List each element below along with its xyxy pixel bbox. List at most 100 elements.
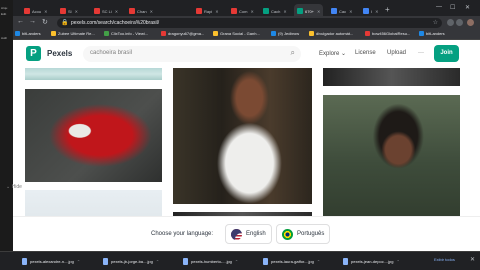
close-icon[interactable]: ✕: [317, 9, 320, 14]
search-value: cachoeira brasil: [90, 50, 133, 56]
strip-text-3: Auth: [1, 36, 8, 40]
photo-tile[interactable]: [173, 68, 312, 204]
language-portuguese-button[interactable]: Português: [276, 224, 331, 244]
download-item[interactable]: pexels-alexandre-n....jpg ⌃: [22, 255, 80, 268]
strip-text-1: Arqu: [1, 6, 8, 10]
close-icon[interactable]: ✕: [150, 9, 153, 14]
address-bar[interactable]: 🔒 pexels.com/search/cachoeira%20brasil/ …: [57, 18, 442, 28]
bookmark-item[interactable]: bitLanders: [15, 31, 41, 36]
strip-text-2: Edit: [1, 12, 7, 16]
page-content: P Pexels cachoeira brasil ⌕ Explore ⌄ Li…: [13, 40, 480, 251]
close-icon[interactable]: ✕: [250, 9, 253, 14]
minimize-icon[interactable]: —: [436, 4, 442, 10]
close-icon[interactable]: ✕: [44, 9, 47, 14]
tab-title: Chan: [137, 8, 147, 14]
download-item[interactable]: pexels-laura-gaffor....jpg ⌃: [263, 255, 320, 268]
photo-tile[interactable]: [323, 95, 460, 232]
lock-icon[interactable]: 🔒: [61, 19, 68, 26]
close-icon[interactable]: ✕: [375, 9, 378, 14]
close-icon[interactable]: ✕: [215, 9, 218, 14]
file-icon: [343, 258, 348, 265]
chevron-up-icon[interactable]: ⌃: [235, 259, 238, 264]
tab-title: I: [371, 8, 373, 14]
tab-title: Cac: [339, 8, 347, 14]
join-button[interactable]: Join: [434, 45, 459, 62]
google-icon: [331, 8, 337, 14]
bookmark-item[interactable]: bitLanders: [419, 31, 445, 36]
download-item[interactable]: pexels-jb-jorge-ba....jpg ⌃: [103, 255, 159, 268]
back-icon[interactable]: ←: [17, 18, 24, 25]
bookmark-item[interactable]: (9) Jedbrow: [271, 31, 299, 36]
photo-tile[interactable]: [323, 68, 460, 86]
download-filename: pexels-jean-depoc....jpg: [351, 259, 394, 264]
bookmark-item[interactable]: divulgador automát...: [309, 31, 353, 36]
tab-title: Acou: [32, 8, 42, 14]
file-icon: [22, 258, 27, 265]
extension-icon[interactable]: [456, 19, 463, 26]
nav-upload[interactable]: Upload: [387, 50, 406, 56]
tab-title: Sl: [68, 8, 72, 14]
chevron-up-icon[interactable]: ⌃: [317, 259, 320, 264]
bookmark-item[interactable]: Zubee Ultimate Re...: [51, 31, 95, 36]
close-icon[interactable]: ✕: [115, 9, 118, 14]
bookmark-icon: [51, 31, 56, 36]
chevron-down-icon: ⌄: [341, 51, 347, 57]
show-all-downloads-link[interactable]: Exibir todos: [434, 257, 455, 262]
language-english-button[interactable]: English: [225, 224, 272, 244]
window-close-icon[interactable]: ✕: [465, 4, 470, 11]
bookmarks-bar: bitLanders Zubee Ultimate Re... ClixToo.…: [13, 30, 480, 40]
language-option-label: English: [246, 231, 266, 237]
download-item[interactable]: pexels-jean-depoc....jpg ⌃: [343, 255, 400, 268]
pexels-logo[interactable]: P: [26, 46, 41, 61]
hide-button[interactable]: ⌄ Hide: [6, 184, 22, 190]
search-icon[interactable]: ⌕: [291, 48, 295, 58]
chevron-up-icon[interactable]: ⌃: [396, 259, 399, 264]
bookmark-label: (9) Jedbrow: [278, 31, 300, 36]
new-tab-icon[interactable]: +: [385, 5, 390, 14]
bookmark-icon: [309, 31, 314, 36]
nav-explore[interactable]: Explore ⌄: [319, 50, 346, 57]
youtube-icon: [231, 8, 237, 14]
close-icon[interactable]: ✕: [470, 256, 475, 263]
download-item[interactable]: pexels-humberto-....jpg ⌃: [183, 255, 238, 268]
youtube-icon: [94, 8, 100, 14]
bookmark-label: divulgador automát...: [316, 31, 354, 36]
chevron-up-icon[interactable]: ⌃: [156, 259, 159, 264]
star-icon[interactable]: ☆: [433, 19, 438, 26]
more-icon[interactable]: ···: [418, 50, 424, 56]
nav-license[interactable]: License: [355, 50, 376, 56]
reload-icon[interactable]: ↻: [42, 18, 48, 26]
photo-tile[interactable]: [25, 68, 162, 80]
profile-avatar[interactable]: [467, 19, 474, 26]
chevron-up-icon[interactable]: ⌃: [77, 259, 80, 264]
maximize-icon[interactable]: ☐: [450, 4, 455, 11]
bookmark-label: Grana Social - Ganh...: [220, 31, 260, 36]
file-icon: [103, 258, 108, 265]
file-icon: [263, 258, 268, 265]
forward-icon[interactable]: →: [29, 18, 36, 25]
download-filename: pexels-humberto-....jpg: [191, 259, 232, 264]
close-icon[interactable]: ✕: [283, 9, 286, 14]
file-icon: [183, 258, 188, 265]
bookmark-label: bitLanders: [426, 31, 445, 36]
google-icon: [363, 8, 369, 14]
background-window-strip: Arqu Edit Auth: [0, 0, 13, 270]
pexels-header: P Pexels cachoeira brasil ⌕ Explore ⌄ Li…: [13, 40, 480, 68]
br-flag-icon: [282, 228, 293, 240]
bookmark-icon: [15, 31, 20, 36]
pexels-brand[interactable]: Pexels: [47, 49, 72, 58]
close-icon[interactable]: ✕: [75, 9, 78, 14]
tab-title: 670+: [305, 8, 315, 14]
bookmark-icon: [419, 31, 424, 36]
search-input[interactable]: cachoeira brasil ⌕: [83, 46, 301, 62]
photo-tile[interactable]: [25, 89, 162, 182]
bookmark-label: Zubee Ultimate Re...: [58, 31, 95, 36]
close-icon[interactable]: ✕: [349, 9, 352, 14]
bookmark-item[interactable]: Grana Social - Ganh...: [213, 31, 260, 36]
bookmark-item[interactable]: ClixToo.info - Viewi...: [104, 31, 148, 36]
extension-icon[interactable]: [447, 19, 454, 26]
bookmark-label: bitLanders: [22, 31, 41, 36]
bookmark-item[interactable]: bow456GlobalResu...: [365, 31, 410, 36]
bookmark-icon: [104, 31, 109, 36]
bookmark-item[interactable]: dragonyu67@gma...: [161, 31, 204, 36]
